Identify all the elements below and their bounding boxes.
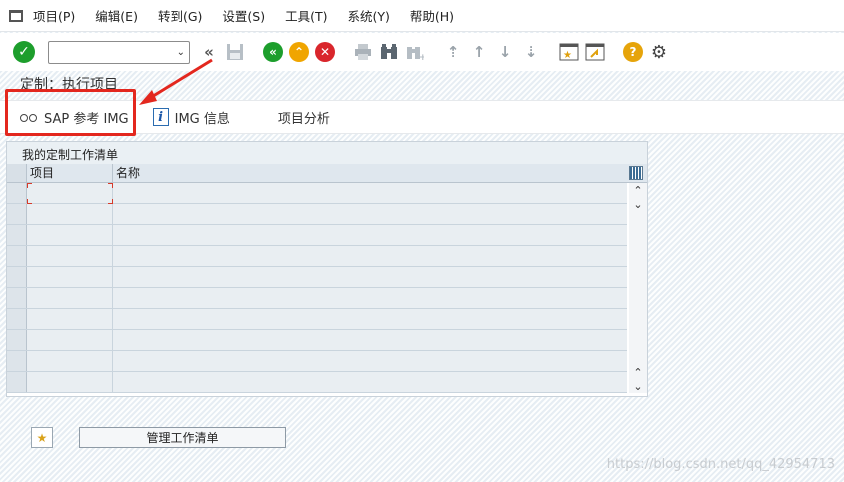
manage-worklist-button[interactable]: 管理工作清单 — [79, 427, 286, 448]
gear-icon[interactable]: ⚙ — [648, 41, 670, 63]
row-selector[interactable] — [7, 372, 27, 392]
collapse-chevrons-icon[interactable]: « — [198, 41, 220, 63]
command-input[interactable] — [26, 42, 177, 62]
project-analysis-button[interactable]: 项目分析 — [278, 108, 330, 127]
scroll-up-top-icon[interactable]: ⌃ — [629, 183, 647, 197]
table-row[interactable] — [7, 225, 627, 246]
find-next-icon: + — [404, 41, 426, 63]
table-row[interactable] — [7, 204, 627, 225]
cell-item[interactable] — [27, 330, 113, 350]
menu-item-system[interactable]: 系统(Y) — [348, 6, 390, 25]
print-icon — [352, 41, 374, 63]
generate-shortcut-icon[interactable] — [584, 41, 606, 63]
menu-item-help[interactable]: 帮助(H) — [410, 6, 454, 25]
row-selector[interactable] — [7, 330, 27, 350]
scroll-down-bottom-icon[interactable]: ⌄ — [629, 379, 647, 393]
previous-page-icon: ↑ — [472, 43, 486, 61]
cell-item[interactable] — [27, 372, 113, 392]
command-field[interactable]: ⌄ — [26, 40, 190, 64]
table-row[interactable] — [7, 309, 627, 330]
menu-icon[interactable] — [9, 9, 23, 22]
first-page-icon: ⇡ — [446, 43, 460, 61]
help-icon[interactable]: ? — [622, 41, 644, 63]
table-settings-icon[interactable] — [629, 166, 643, 180]
cell-name[interactable] — [113, 246, 627, 266]
add-favorite-button[interactable]: ★ — [31, 427, 53, 448]
cell-name[interactable] — [113, 372, 627, 392]
find-binoculars-icon[interactable] — [378, 41, 400, 63]
cell-item[interactable] — [27, 246, 113, 266]
worklist-panel: 我的定制工作清单 项目 名称 ⌃ ⌄ ⌃ ⌄ — [6, 141, 648, 397]
cell-name[interactable] — [113, 330, 627, 350]
table-row[interactable] — [7, 372, 627, 393]
project-analysis-label: 项目分析 — [277, 111, 330, 127]
cell-item[interactable] — [27, 351, 113, 371]
cell-name[interactable] — [113, 288, 627, 308]
table-body — [7, 183, 627, 393]
cell-name[interactable] — [113, 183, 627, 203]
cell-item[interactable] — [27, 183, 113, 204]
highlight-box — [5, 89, 136, 136]
row-selector[interactable] — [7, 225, 27, 245]
table-row[interactable] — [7, 330, 627, 351]
worklist-table: 项目 名称 ⌃ ⌄ ⌃ ⌄ — [7, 164, 647, 396]
column-header-item[interactable]: 项目 — [27, 164, 113, 182]
img-info-label: IMG 信息 — [174, 111, 230, 127]
cell-item[interactable] — [27, 267, 113, 287]
chevron-down-icon[interactable]: ⌄ — [177, 47, 185, 58]
menu-bar: 项目(P) 编辑(E) 转到(G) 设置(S) 工具(T) 系统(Y) 帮助(H… — [0, 0, 844, 32]
cell-item[interactable] — [27, 309, 113, 329]
scroll-up-bottom-icon[interactable]: ⌃ — [629, 365, 647, 379]
last-page-icon: ⇣ — [524, 43, 538, 61]
back-icon[interactable]: « — [262, 41, 284, 63]
row-selector[interactable] — [7, 204, 27, 224]
menu-item-goto[interactable]: 转到(G) — [158, 6, 202, 25]
cell-name[interactable] — [113, 204, 627, 224]
row-selector[interactable] — [7, 183, 27, 203]
img-info-button[interactable]: i IMG 信息 — [152, 108, 230, 127]
column-header-name[interactable]: 名称 — [113, 164, 647, 182]
vertical-scrollbar[interactable]: ⌃ ⌄ ⌃ ⌄ — [629, 183, 647, 393]
row-selector[interactable] — [7, 351, 27, 371]
table-row[interactable] — [7, 183, 627, 204]
row-selector[interactable] — [7, 288, 27, 308]
menu-item-project[interactable]: 项目(P) — [33, 6, 75, 25]
select-all-cell[interactable] — [7, 164, 27, 182]
cell-focus-marker — [27, 183, 113, 204]
table-header: 项目 名称 — [7, 164, 647, 183]
menu-item-edit[interactable]: 编辑(E) — [95, 6, 138, 25]
star-plus-icon: ★ — [36, 430, 48, 445]
table-row[interactable] — [7, 351, 627, 372]
menu-item-settings[interactable]: 设置(S) — [222, 6, 265, 25]
cell-name[interactable] — [113, 309, 627, 329]
watermark: https://blog.csdn.net/qq_42954713 — [606, 457, 835, 472]
cell-name[interactable] — [113, 267, 627, 287]
svg-text:★: ★ — [563, 50, 572, 61]
cell-item[interactable] — [27, 225, 113, 245]
info-icon: i — [152, 108, 169, 126]
row-selector[interactable] — [7, 246, 27, 266]
cell-name[interactable] — [113, 351, 627, 371]
cell-item[interactable] — [27, 288, 113, 308]
table-row[interactable] — [7, 246, 627, 267]
menu-item-tools[interactable]: 工具(T) — [285, 6, 327, 25]
save-icon — [224, 41, 246, 63]
cell-name[interactable] — [113, 225, 627, 245]
row-selector[interactable] — [7, 309, 27, 329]
worklist-title: 我的定制工作清单 — [22, 148, 119, 162]
next-page-icon: ↓ — [498, 43, 512, 61]
cell-item[interactable] — [27, 204, 113, 224]
table-row[interactable] — [7, 288, 627, 309]
table-row[interactable] — [7, 267, 627, 288]
cancel-icon[interactable]: ✕ — [314, 41, 336, 63]
new-session-icon[interactable]: ★ — [558, 41, 580, 63]
standard-toolbar: ✓ ⌄ « « ⌃ ✕ + ⇡ ↑ ↓ ⇣ ★ ? ⚙ — [0, 33, 844, 71]
scroll-down-top-icon[interactable]: ⌄ — [629, 197, 647, 211]
svg-text:+: + — [419, 53, 424, 60]
exit-icon[interactable]: ⌃ — [288, 41, 310, 63]
row-selector[interactable] — [7, 267, 27, 287]
